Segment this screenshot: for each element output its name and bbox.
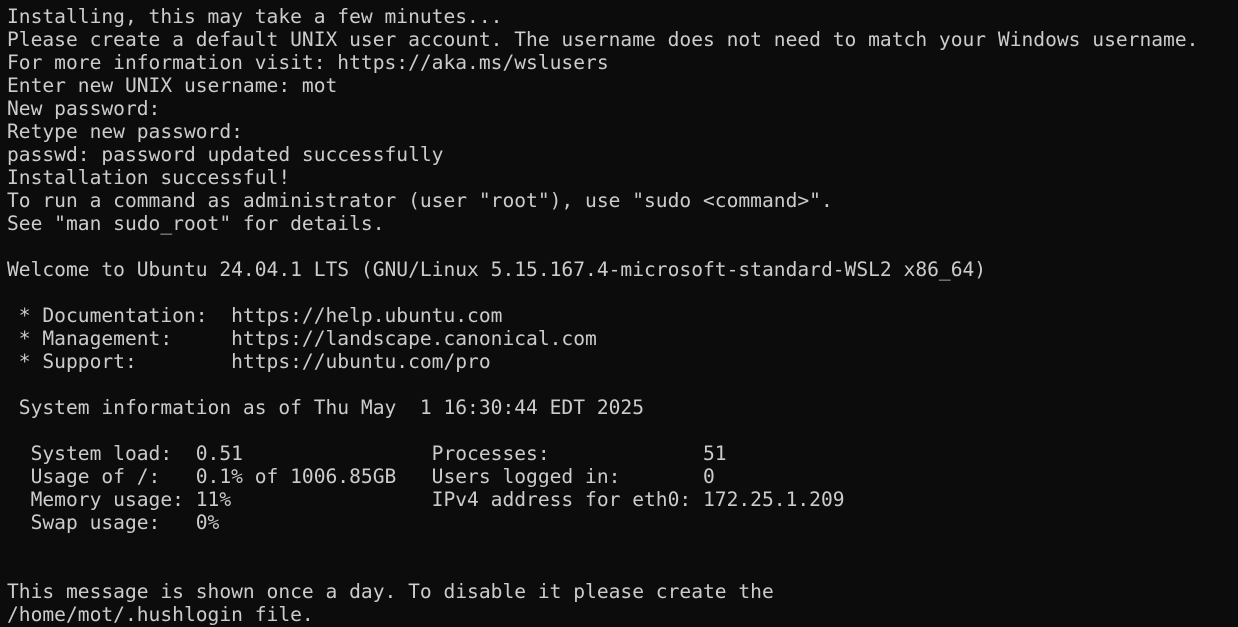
terminal-line-passwd-updated: passwd: password updated successfully xyxy=(7,143,444,166)
terminal-line-sudo-hint: To run a command as administrator (user … xyxy=(7,189,833,212)
terminal-line-enter-username: Enter new UNIX username: mot xyxy=(7,74,338,97)
terminal-line-man-sudo-root: See "man sudo_root" for details. xyxy=(7,212,385,235)
terminal-line-retype-password: Retype new password: xyxy=(7,120,243,143)
terminal-line-documentation: * Documentation: https://help.ubuntu.com xyxy=(7,304,503,327)
terminal-line-system-load: System load: 0.51 Processes: 51 xyxy=(7,442,727,465)
terminal-line-support: * Support: https://ubuntu.com/pro xyxy=(7,350,491,373)
terminal-line-welcome: Welcome to Ubuntu 24.04.1 LTS (GNU/Linux… xyxy=(7,258,987,281)
terminal-line-hushlogin: /home/mot/.hushlogin file. xyxy=(7,603,314,626)
terminal-line-install-success: Installation successful! xyxy=(7,166,291,189)
terminal-line-memory-usage: Memory usage: 11% IPv4 address for eth0:… xyxy=(7,488,845,511)
terminal-line-new-password: New password: xyxy=(7,97,161,120)
terminal-line-swap-usage: Swap usage: 0% xyxy=(7,511,220,534)
terminal-line-installing: Installing, this may take a few minutes.… xyxy=(7,5,503,28)
terminal-line-system-info-header: System information as of Thu May 1 16:30… xyxy=(7,396,645,419)
terminal-line-create-user-prompt: Please create a default UNIX user accoun… xyxy=(7,28,1199,51)
terminal-line-management: * Management: https://landscape.canonica… xyxy=(7,327,597,350)
terminal-line-usage: Usage of /: 0.1% of 1006.85GB Users logg… xyxy=(7,465,715,488)
terminal-window[interactable]: Installing, this may take a few minutes.… xyxy=(0,0,1238,627)
terminal-line-more-info: For more information visit: https://aka.… xyxy=(7,51,609,74)
terminal-line-message-once-a-day: This message is shown once a day. To dis… xyxy=(7,580,774,603)
